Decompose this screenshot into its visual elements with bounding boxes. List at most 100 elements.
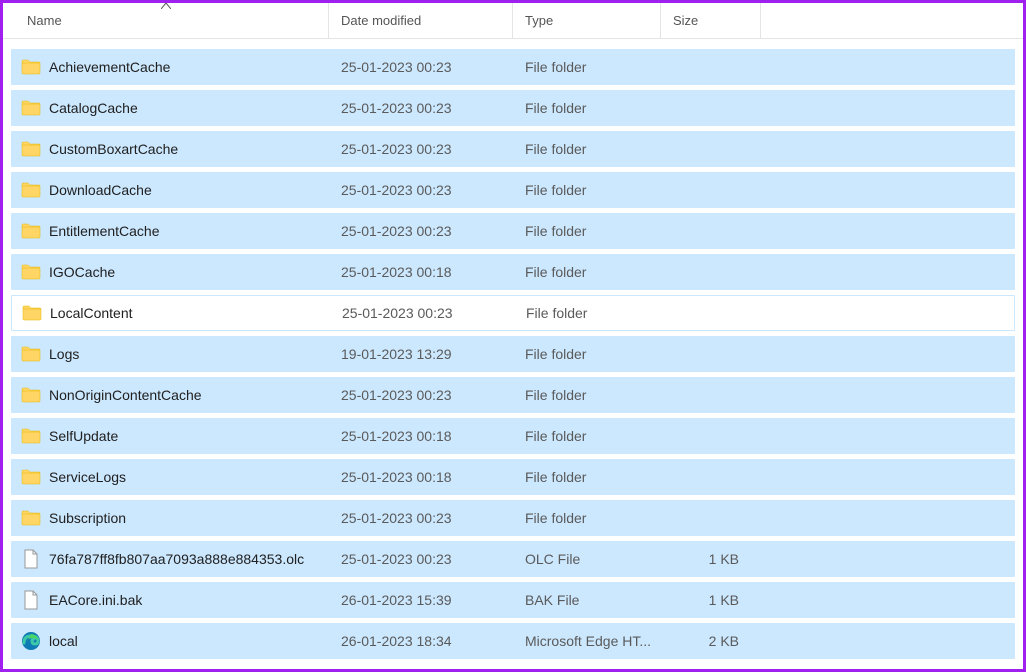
folder-icon bbox=[21, 98, 41, 118]
file-name-cell: DownloadCache bbox=[11, 180, 329, 200]
file-row[interactable]: CatalogCache25-01-2023 00:23File folder bbox=[11, 90, 1015, 126]
file-date-modified: 25-01-2023 00:23 bbox=[329, 182, 513, 198]
file-type: File folder bbox=[513, 59, 663, 75]
file-type: File folder bbox=[513, 428, 663, 444]
file-row[interactable]: DownloadCache 25-01-2023 00:23File folder bbox=[11, 172, 1015, 208]
file-name: CatalogCache bbox=[49, 100, 138, 116]
file-row[interactable]: Subscription 25-01-2023 00:23File folder bbox=[11, 500, 1015, 536]
sort-ascending-icon bbox=[161, 1, 171, 12]
column-label: Date modified bbox=[341, 13, 421, 28]
file-name-cell: CatalogCache bbox=[11, 98, 329, 118]
file-type: File folder bbox=[513, 346, 663, 362]
file-row[interactable]: LocalContent 25-01-2023 00:23File folder bbox=[11, 295, 1015, 331]
column-header-type[interactable]: Type bbox=[513, 3, 661, 38]
file-type: File folder bbox=[513, 510, 663, 526]
folder-icon bbox=[21, 57, 41, 77]
file-name: SelfUpdate bbox=[49, 428, 118, 444]
file-name: Logs bbox=[49, 346, 79, 362]
file-list: AchievementCache25-01-2023 00:23File fol… bbox=[3, 39, 1023, 667]
column-header-date-modified[interactable]: Date modified bbox=[329, 3, 513, 38]
folder-icon bbox=[21, 467, 41, 487]
file-name-cell: EntitlementCache bbox=[11, 221, 329, 241]
file-date-modified: 19-01-2023 13:29 bbox=[329, 346, 513, 362]
file-name-cell: CustomBoxartCache bbox=[11, 139, 329, 159]
file-type: File folder bbox=[513, 469, 663, 485]
file-name: CustomBoxartCache bbox=[49, 141, 178, 157]
file-type: File folder bbox=[514, 305, 664, 321]
file-date-modified: 25-01-2023 00:23 bbox=[329, 100, 513, 116]
file-date-modified: 25-01-2023 00:23 bbox=[329, 223, 513, 239]
file-type: Microsoft Edge HT... bbox=[513, 633, 663, 649]
folder-icon bbox=[21, 344, 41, 364]
file-name: DownloadCache bbox=[49, 182, 152, 198]
file-name-cell: IGOCache bbox=[11, 262, 329, 282]
file-row[interactable]: IGOCache 25-01-2023 00:18File folder bbox=[11, 254, 1015, 290]
folder-icon bbox=[22, 303, 42, 323]
column-label: Name bbox=[27, 13, 62, 28]
file-name-cell: NonOriginContentCache bbox=[11, 385, 329, 405]
file-row[interactable]: EACore.ini.bak26-01-2023 15:39BAK File1 … bbox=[11, 582, 1015, 618]
file-date-modified: 25-01-2023 00:23 bbox=[329, 141, 513, 157]
file-date-modified: 25-01-2023 00:23 bbox=[329, 551, 513, 567]
file-name-cell: Subscription bbox=[11, 508, 329, 528]
file-row[interactable]: CustomBoxartCache 25-01-2023 00:23File fo… bbox=[11, 131, 1015, 167]
file-date-modified: 25-01-2023 00:23 bbox=[329, 510, 513, 526]
folder-icon bbox=[21, 139, 41, 159]
file-date-modified: 25-01-2023 00:23 bbox=[329, 59, 513, 75]
file-date-modified: 26-01-2023 15:39 bbox=[329, 592, 513, 608]
file-date-modified: 25-01-2023 00:23 bbox=[330, 305, 514, 321]
file-icon bbox=[21, 549, 41, 569]
file-name: ServiceLogs bbox=[49, 469, 126, 485]
file-type: File folder bbox=[513, 387, 663, 403]
file-size: 2 KB bbox=[663, 633, 751, 649]
file-name: EntitlementCache bbox=[49, 223, 160, 239]
file-type: File folder bbox=[513, 182, 663, 198]
file-date-modified: 25-01-2023 00:18 bbox=[329, 264, 513, 280]
file-name-cell: SelfUpdate bbox=[11, 426, 329, 446]
file-date-modified: 25-01-2023 00:18 bbox=[329, 469, 513, 485]
file-row[interactable]: AchievementCache 25-01-2023 00:23File fol… bbox=[11, 49, 1015, 85]
file-name: AchievementCache bbox=[49, 59, 170, 75]
column-label: Type bbox=[525, 13, 553, 28]
column-label: Size bbox=[673, 13, 698, 28]
file-name-cell: ServiceLogs bbox=[11, 467, 329, 487]
file-type: File folder bbox=[513, 141, 663, 157]
folder-icon bbox=[21, 221, 41, 241]
file-name: 76fa787ff8fb807aa7093a888e884353.olc bbox=[49, 551, 304, 567]
file-row[interactable]: 76fa787ff8fb807aa7093a888e884353.olc 25-0… bbox=[11, 541, 1015, 577]
file-row[interactable]: SelfUpdate 25-01-2023 00:18File folder bbox=[11, 418, 1015, 454]
file-row[interactable]: NonOriginContentCache 25-01-2023 00:23Fil… bbox=[11, 377, 1015, 413]
folder-icon bbox=[21, 385, 41, 405]
file-name: NonOriginContentCache bbox=[49, 387, 202, 403]
column-header-name[interactable]: Name bbox=[3, 3, 329, 38]
file-name: Subscription bbox=[49, 510, 126, 526]
file-type: OLC File bbox=[513, 551, 663, 567]
file-name: IGOCache bbox=[49, 264, 115, 280]
file-icon bbox=[21, 590, 41, 610]
file-name-cell: Logs bbox=[11, 344, 329, 364]
file-date-modified: 26-01-2023 18:34 bbox=[329, 633, 513, 649]
column-headers: Name Date modified Type Size bbox=[3, 3, 1023, 39]
file-row[interactable]: EntitlementCache 25-01-2023 00:23File fol… bbox=[11, 213, 1015, 249]
file-type: BAK File bbox=[513, 592, 663, 608]
file-date-modified: 25-01-2023 00:23 bbox=[329, 387, 513, 403]
file-row[interactable]: Logs 19-01-2023 13:29File folder bbox=[11, 336, 1015, 372]
file-name-cell: LocalContent bbox=[12, 303, 330, 323]
folder-icon bbox=[21, 180, 41, 200]
column-header-size[interactable]: Size bbox=[661, 3, 761, 38]
file-size: 1 KB bbox=[663, 551, 751, 567]
file-explorer-details-view: Name Date modified Type Size Achievement… bbox=[3, 3, 1023, 669]
file-row[interactable]: local 26-01-2023 18:34Microsoft Edge HT..… bbox=[11, 623, 1015, 659]
file-name: EACore.ini.bak bbox=[49, 592, 142, 608]
file-name-cell: EACore.ini.bak bbox=[11, 590, 329, 610]
file-name-cell: 76fa787ff8fb807aa7093a888e884353.olc bbox=[11, 549, 329, 569]
folder-icon bbox=[21, 426, 41, 446]
file-name: LocalContent bbox=[50, 305, 133, 321]
file-name-cell: AchievementCache bbox=[11, 57, 329, 77]
file-date-modified: 25-01-2023 00:18 bbox=[329, 428, 513, 444]
folder-icon bbox=[21, 262, 41, 282]
file-name: local bbox=[49, 633, 78, 649]
file-type: File folder bbox=[513, 264, 663, 280]
file-type: File folder bbox=[513, 223, 663, 239]
file-row[interactable]: ServiceLogs 25-01-2023 00:18File folder bbox=[11, 459, 1015, 495]
